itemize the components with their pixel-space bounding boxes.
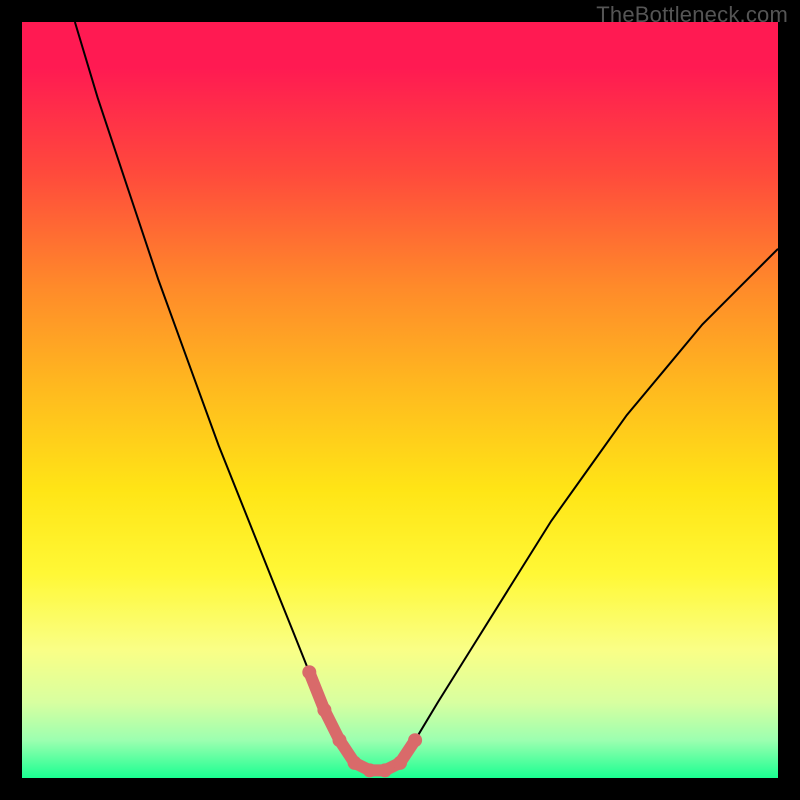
highlight-dot: [317, 703, 331, 717]
highlight-dot: [302, 665, 316, 679]
chart-plot-area: [22, 22, 778, 778]
highlight-dot: [378, 763, 392, 777]
highlight-dot: [333, 733, 347, 747]
bottleneck-curve-highlight: [309, 672, 415, 770]
highlight-dot: [348, 756, 362, 770]
chart-svg: [22, 22, 778, 778]
highlight-dot: [393, 756, 407, 770]
bottleneck-curve: [75, 22, 778, 770]
watermark-text: TheBottleneck.com: [596, 2, 788, 28]
highlight-dot: [363, 763, 377, 777]
highlight-dot: [408, 733, 422, 747]
